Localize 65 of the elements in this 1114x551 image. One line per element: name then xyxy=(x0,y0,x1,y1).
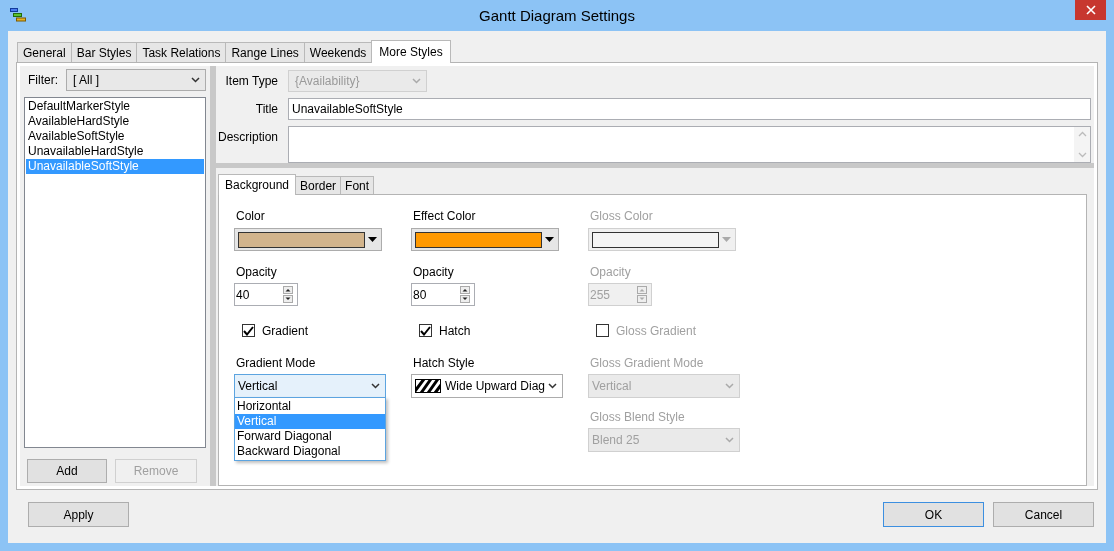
checkbox[interactable] xyxy=(419,324,432,337)
dropdown[interactable]: Vertical xyxy=(234,374,386,398)
tab[interactable]: Task Relations xyxy=(136,42,227,62)
color-label: Color xyxy=(236,209,266,224)
tab[interactable]: More Styles xyxy=(371,40,451,63)
dropdown-arrow-icon xyxy=(368,237,377,242)
list-item[interactable]: AvailableSoftStyle xyxy=(26,129,204,144)
tab[interactable]: Border xyxy=(295,176,342,194)
chevron-down-icon xyxy=(548,383,557,389)
dropdown-option[interactable]: Backward Diagonal xyxy=(235,444,385,459)
close-icon xyxy=(1085,5,1096,15)
spin-up-icon[interactable] xyxy=(283,286,293,294)
dropdown-label: Gloss Gradient Mode xyxy=(590,356,705,371)
tab[interactable]: Range Lines xyxy=(225,42,305,62)
chevron-down-icon xyxy=(412,78,421,84)
title-field[interactable]: UnavailableSoftStyle xyxy=(288,98,1091,120)
dropdown[interactable]: Wide Upward Diag xyxy=(411,374,563,398)
spin-up-icon[interactable] xyxy=(460,286,470,294)
add-button[interactable]: Add xyxy=(27,459,107,483)
tab[interactable]: Weekends xyxy=(303,42,373,62)
item-type-label: Item Type xyxy=(224,74,278,88)
close-button[interactable] xyxy=(1075,0,1106,20)
dropdown-option[interactable]: Forward Diagonal xyxy=(235,429,385,444)
list-item[interactable]: DefaultMarkerStyle xyxy=(26,99,204,114)
chevron-down-icon xyxy=(725,383,734,389)
color-label: Effect Color xyxy=(413,209,477,224)
list-item[interactable]: AvailableHardStyle xyxy=(26,114,204,129)
chevron-down-icon xyxy=(191,77,200,83)
spin-down-icon[interactable] xyxy=(283,295,293,303)
dropdown-label: Hatch Style xyxy=(413,356,476,371)
dropdown-arrow-icon xyxy=(722,237,731,242)
dropdown-arrow-icon xyxy=(545,237,554,242)
tab[interactable]: General xyxy=(17,42,72,62)
list-item[interactable]: UnavailableHardStyle xyxy=(26,144,204,159)
gantt-icon xyxy=(10,7,26,22)
checkbox-label: Hatch xyxy=(439,323,471,338)
checkbox[interactable] xyxy=(242,324,255,337)
spin-down-icon[interactable] xyxy=(460,295,470,303)
dropdown-label: Gloss Blend Style xyxy=(590,410,686,425)
checkbox-label: Gloss Gradient xyxy=(616,323,697,338)
hatch-swatch-icon xyxy=(415,379,441,393)
opacity-spinner[interactable]: 80 xyxy=(411,283,475,306)
opacity-label: Opacity xyxy=(236,265,278,280)
tab[interactable]: Bar Styles xyxy=(70,42,138,62)
tab[interactable]: Font xyxy=(340,176,375,194)
chevron-down-icon xyxy=(725,437,734,443)
opacity-label: Opacity xyxy=(413,265,455,280)
dropdown-label: Gradient Mode xyxy=(236,356,317,371)
description-label: Description xyxy=(216,130,278,144)
checkbox-label: Gradient xyxy=(262,323,309,338)
color-picker[interactable] xyxy=(411,228,559,251)
color-picker[interactable] xyxy=(234,228,382,251)
filter-label: Filter: xyxy=(28,73,58,87)
dialog-button[interactable]: Cancel xyxy=(993,502,1094,527)
chevron-down-icon xyxy=(371,383,380,389)
color-label: Gloss Color xyxy=(590,209,654,224)
opacity-spinner[interactable]: 40 xyxy=(234,283,298,306)
window-title: Gantt Diagram Settings xyxy=(478,7,636,24)
tab[interactable]: Background xyxy=(218,174,297,195)
dropdown-option[interactable]: Horizontal xyxy=(235,399,385,414)
filter-dropdown[interactable]: [ All ] xyxy=(66,69,206,91)
opacity-label: Opacity xyxy=(590,265,632,280)
dialog-button[interactable]: OK xyxy=(883,502,984,527)
dialog-button[interactable]: Apply xyxy=(28,502,129,527)
title-label: Title xyxy=(254,102,278,116)
